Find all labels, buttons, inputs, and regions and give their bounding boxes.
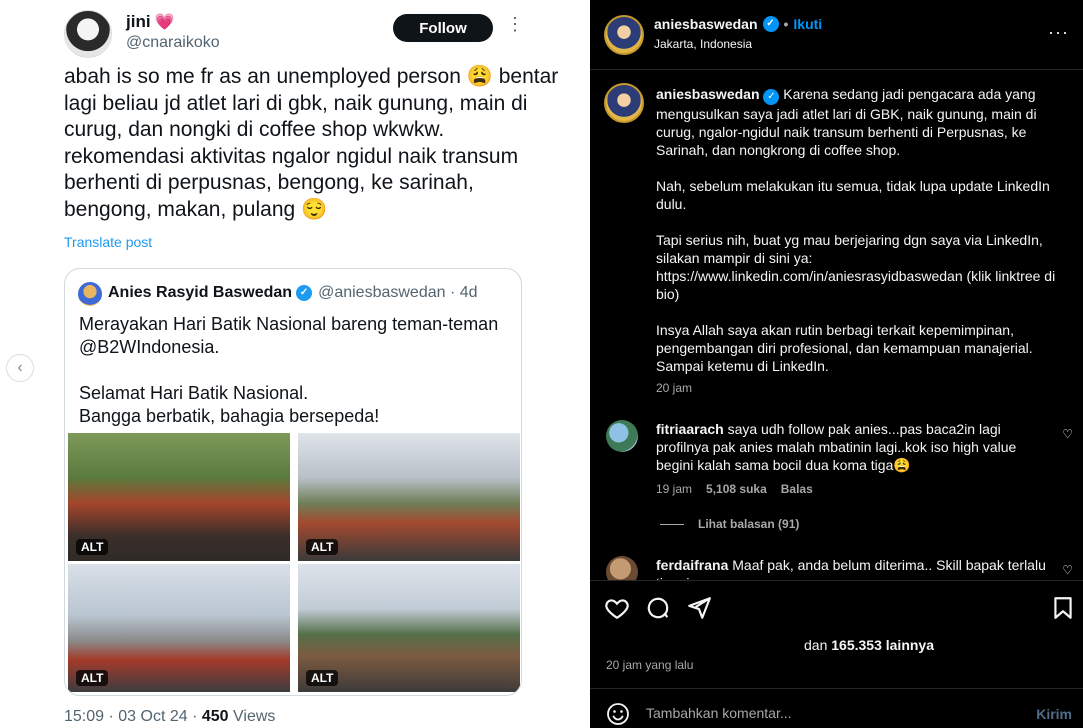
author-avatar[interactable] <box>604 15 644 55</box>
quoted-author-handle: @aniesbaswedan · 4d <box>318 284 478 301</box>
likes-prefix: dan <box>804 637 832 653</box>
caption-p4: Insya Allah saya akan rutin berbagi terk… <box>656 322 1033 374</box>
comment-bubble-icon[interactable] <box>645 595 671 621</box>
comment-reply-button[interactable]: Balas <box>781 482 813 496</box>
tweet-more-icon: ⋮ <box>506 14 525 34</box>
tweet-follow-button: Follow <box>393 14 493 42</box>
quoted-photo-3: ALT <box>68 564 290 692</box>
quoted-tweet: Anies Rasyid Baswedan ✓ @aniesbaswedan ·… <box>64 268 522 696</box>
quoted-photo-1: ALT <box>68 433 290 561</box>
post-location[interactable]: Jakarta, Indonesia <box>654 37 752 51</box>
quoted-photo-4: ALT <box>298 564 520 692</box>
likes-suffix: lainnya <box>881 637 934 653</box>
quoted-author-avatar <box>78 282 102 306</box>
caption-p3: Tapi serius nih, buat yg mau berjejaring… <box>656 232 1056 302</box>
commenter-avatar[interactable] <box>606 556 638 580</box>
likes-count: 165.353 <box>831 637 882 653</box>
view-replies-button[interactable]: Lihat balasan (91) <box>660 517 799 531</box>
comments-scroll-area[interactable]: aniesbaswedan ✓ Karena sedang jadi penga… <box>590 71 1083 580</box>
view-replies-label: Lihat balasan (91) <box>698 517 800 531</box>
quoted-line-2: Selamat Hari Batik Nasional. <box>79 383 309 403</box>
tweet-translate-link: Translate post <box>64 234 153 250</box>
post-header: aniesbaswedan ✓ • Ikuti Jakarta, Indones… <box>590 0 1083 70</box>
quoted-paragraph-gap <box>79 359 509 382</box>
tweet-body: abah is so me fr as an unemployed person… <box>64 65 559 221</box>
tweet-author-avatar <box>64 10 112 58</box>
tweet-screenshot: jini 💗 @cnaraikoko Follow ⋮ abah is so m… <box>0 0 590 728</box>
caption-author-avatar[interactable] <box>604 83 644 123</box>
post-sidebar: aniesbaswedan ✓ • Ikuti Jakarta, Indones… <box>590 0 1083 728</box>
comment-input[interactable] <box>646 701 1026 725</box>
tweet-author-name-text: jini <box>126 12 151 31</box>
quoted-photo-2: ALT <box>298 433 520 561</box>
previous-media-button[interactable]: ‹ <box>6 354 34 382</box>
verified-badge-icon: ✓ <box>763 89 780 105</box>
comment-like-heart-icon[interactable]: ♡ <box>1062 427 1073 441</box>
post-media: jini 💗 @cnaraikoko Follow ⋮ abah is so m… <box>0 0 590 728</box>
quoted-author-name: Anies Rasyid Baswedan <box>108 284 293 301</box>
follow-button[interactable]: Ikuti <box>793 16 822 32</box>
comment-2-text: ferdaifrana Maaf pak, anda belum diterim… <box>656 556 1046 580</box>
caption-p2: Nah, sebelum melakukan itu semua, tidak … <box>656 178 1050 212</box>
add-comment-bar: Kirim <box>590 688 1083 728</box>
chevron-left-icon: ‹ <box>17 359 23 376</box>
tweet-author-handle: @cnaraikoko <box>126 34 220 51</box>
quoted-line-1: Merayakan Hari Batik Nasional bareng tem… <box>79 314 499 357</box>
share-send-icon[interactable] <box>686 595 712 621</box>
post-comment-button[interactable]: Kirim <box>1036 706 1072 722</box>
likes-summary[interactable]: dan 165.353 lainnya <box>804 637 934 653</box>
tweet-views-count: 450 <box>201 708 229 725</box>
quoted-author: Anies Rasyid Baswedan ✓ @aniesbaswedan ·… <box>108 284 478 302</box>
tweet-views-label: Views <box>228 708 276 725</box>
tweet-meta: 15:09 · 03 Oct 24 · 450 Views <box>64 708 275 726</box>
caption-time: 20 jam <box>656 381 693 395</box>
tweet-author-name: jini 💗 <box>126 12 174 32</box>
quoted-line-3: Bangga berbatik, bahagia bersepeda! <box>79 406 380 426</box>
caption-username[interactable]: aniesbaswedan <box>656 86 760 102</box>
comment-time: 19 jam <box>656 482 693 496</box>
more-options-icon[interactable]: ··· <box>1048 22 1069 43</box>
author-row: aniesbaswedan ✓ • Ikuti <box>654 16 822 32</box>
commenter-username[interactable]: fitriaarach <box>656 421 724 437</box>
comment-likes[interactable]: 5,108 suka <box>706 482 767 496</box>
post-timestamp: 20 jam yang lalu <box>606 658 694 672</box>
verified-badge-icon: ✓ <box>762 16 779 32</box>
alt-badge: ALT <box>76 670 109 686</box>
save-bookmark-icon[interactable] <box>1050 595 1076 621</box>
emoji-icon[interactable] <box>606 702 630 726</box>
comment-like-heart-icon[interactable]: ♡ <box>1062 563 1073 577</box>
alt-badge: ALT <box>306 539 339 555</box>
heart-icon: 💗 <box>154 14 175 31</box>
tweet-timestamp: 15:09 · 03 Oct 24 · <box>64 708 202 725</box>
author-username[interactable]: aniesbaswedan <box>654 16 758 32</box>
commenter-username[interactable]: ferdaifrana <box>656 557 728 573</box>
like-heart-icon[interactable] <box>604 595 630 621</box>
comment-1-meta: 19 jam 5,108 suka Balas <box>656 482 813 496</box>
caption-p1: aniesbaswedan ✓ Karena sedang jadi penga… <box>656 85 1061 159</box>
commenter-avatar[interactable] <box>606 420 638 452</box>
alt-badge: ALT <box>306 670 339 686</box>
replies-line <box>660 523 684 525</box>
verified-badge-icon: ✓ <box>296 285 313 301</box>
alt-badge: ALT <box>76 539 109 555</box>
app-root: jini 💗 @cnaraikoko Follow ⋮ abah is so m… <box>0 0 1083 728</box>
comment-1-text: fitriaarach saya udh follow pak anies...… <box>656 420 1046 474</box>
post-caption: aniesbaswedan ✓ Karena sedang jadi penga… <box>656 85 1061 375</box>
quoted-tweet-body: Merayakan Hari Batik Nasional bareng tem… <box>79 313 509 428</box>
separator-dot: • <box>783 16 789 32</box>
post-actions: dan 165.353 lainnya 20 jam yang lalu <box>590 580 1083 688</box>
